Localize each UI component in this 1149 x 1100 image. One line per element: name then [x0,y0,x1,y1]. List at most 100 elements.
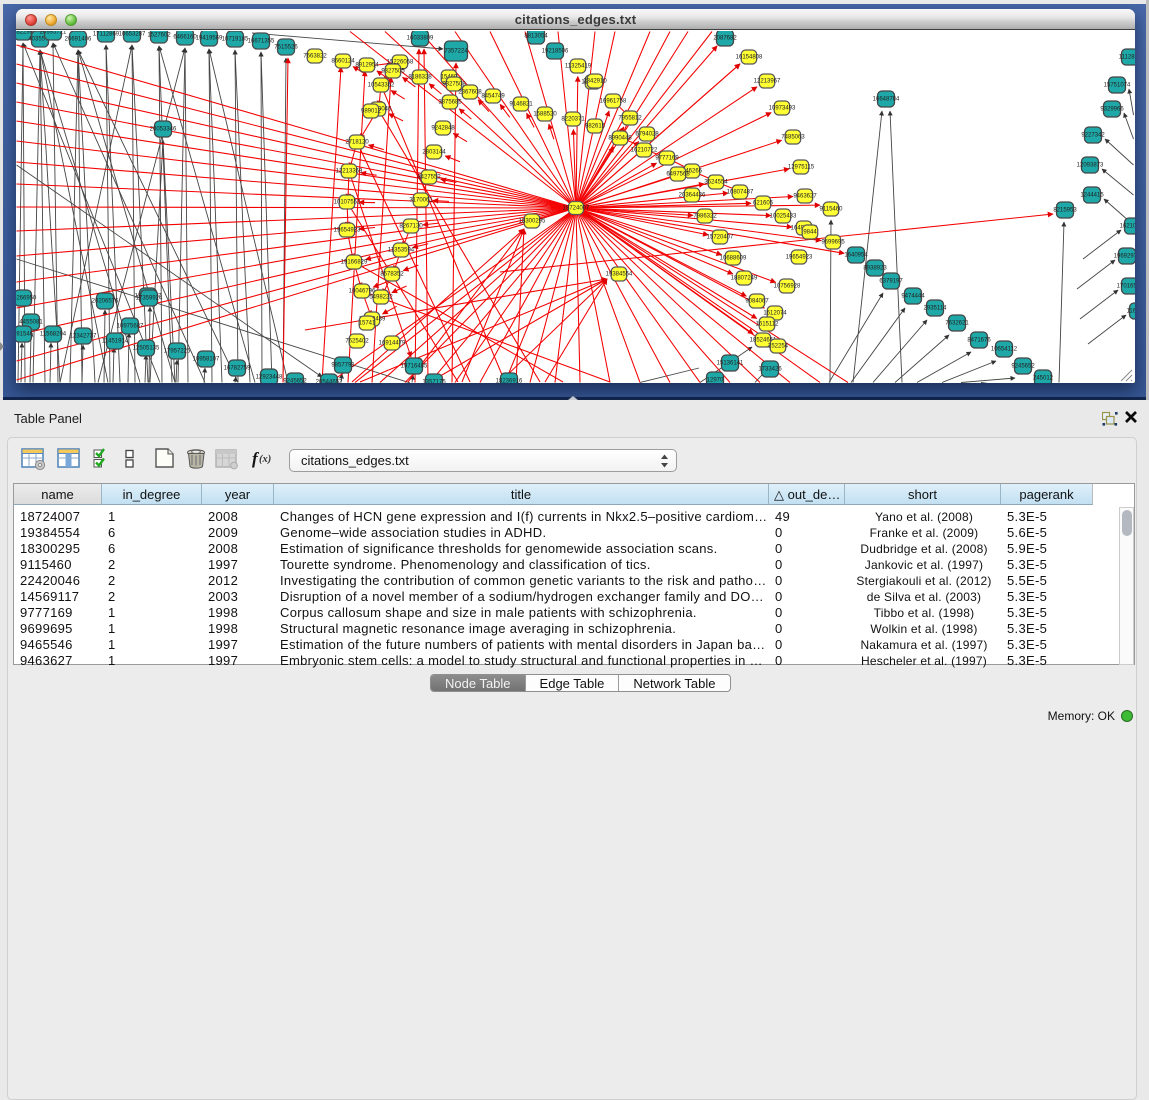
svg-text:1244415: 1244415 [1080,193,1104,199]
svg-text:2367608: 2367608 [458,90,482,96]
svg-text:16648784: 16648784 [873,97,900,103]
svg-text:10958107: 10958107 [193,357,220,363]
svg-text:9329966: 9329966 [1100,107,1124,113]
svg-text:12342737: 12342737 [70,334,97,340]
svg-text:6466160: 6466160 [173,35,197,41]
svg-text:10688609: 10688609 [720,256,747,262]
svg-text:10756928: 10756928 [774,284,801,290]
svg-text:7485063: 7485063 [781,135,805,141]
svg-text:12970: 12970 [707,378,724,384]
svg-text:9245652: 9245652 [1011,364,1035,370]
svg-text:20691406: 20691406 [65,37,92,43]
svg-text:18236916: 18236916 [496,379,523,384]
svg-text:12923448: 12923448 [256,375,283,381]
svg-text:19384554: 19384554 [606,272,633,278]
svg-text:7663822: 7663822 [303,54,327,60]
svg-text:245012: 245012 [1033,376,1054,382]
svg-text:19654923: 19654923 [786,255,813,261]
svg-text:15741: 15741 [359,321,376,327]
svg-text:15136141: 15136141 [717,361,744,367]
svg-text:8660124: 8660124 [331,59,355,65]
svg-text:12213369: 12213369 [336,169,363,175]
svg-text:20053346: 20053346 [150,127,177,133]
svg-text:15751074: 15751074 [1104,83,1131,89]
svg-text:16154808: 16154808 [736,55,763,61]
svg-text:16210643: 16210643 [1120,224,1135,230]
svg-text:1612074: 1612074 [763,311,787,317]
svg-text:16210722: 16210722 [631,148,658,154]
svg-text:12213967: 12213967 [754,79,781,85]
svg-text:19716485: 19716485 [401,364,428,370]
svg-text:8990448: 8990448 [608,136,632,142]
svg-text:18724007: 18724007 [563,206,590,212]
svg-text:11568294: 11568294 [40,332,67,338]
svg-text:10807487: 10807487 [727,190,754,196]
svg-text:17957225: 17957225 [164,349,191,355]
svg-text:2803144: 2803144 [422,150,446,156]
svg-text:25266950: 25266950 [16,296,37,302]
svg-text:3170061: 3170061 [409,198,433,204]
svg-text:9699695: 9699695 [821,240,845,246]
svg-text:11353594: 11353594 [388,248,415,254]
svg-text:1167533: 1167533 [1127,309,1135,315]
svg-text:20206576: 20206576 [92,299,119,305]
svg-text:982615: 982615 [585,124,606,130]
svg-text:8220371: 8220371 [561,117,585,123]
svg-text:6379197: 6379197 [879,279,903,285]
svg-text:8267130: 8267130 [399,224,423,230]
svg-text:989012: 989012 [361,109,382,115]
svg-text:10025433: 10025433 [770,214,797,220]
svg-text:9146821: 9146821 [509,102,533,108]
svg-text:6497568: 6497568 [666,172,690,178]
svg-text:17016504: 17016504 [1117,284,1135,290]
svg-text:2087682: 2087682 [713,36,737,42]
svg-text:10543362: 10543362 [368,83,395,89]
svg-text:2342910: 2342910 [583,79,607,85]
svg-text:9245652: 9245652 [283,379,307,384]
svg-text:10719185: 10719185 [222,37,249,43]
svg-text:2935114: 2935114 [924,306,948,312]
svg-text:19419569: 19419569 [196,36,223,42]
svg-text:(x): (x) [259,454,271,465]
svg-text:9777169: 9777169 [655,156,679,162]
svg-text:18807249: 18807249 [731,276,758,282]
svg-text:9115460: 9115460 [820,207,844,213]
svg-text:12505135: 12505135 [133,346,160,352]
svg-text:10107552: 10107552 [334,200,361,206]
svg-text:8912954: 8912954 [355,63,379,69]
svg-text:9857791: 9857791 [331,363,355,369]
svg-text:9227342: 9227342 [1081,133,1105,139]
svg-text:2718120: 2718120 [345,140,369,146]
svg-text:8578352: 8578352 [380,272,404,278]
svg-text:20995721: 20995721 [40,31,67,36]
svg-text:7625402: 7625402 [345,339,369,345]
svg-text:7955812: 7955812 [618,116,642,122]
svg-text:12093873: 12093873 [1077,163,1104,169]
svg-text:16782759: 16782759 [224,366,251,372]
svg-text:16961758: 16961758 [600,99,627,105]
svg-text:11325419: 11325419 [565,64,592,70]
svg-text:1615112: 1615112 [756,322,780,328]
svg-text:16914479: 16914479 [379,341,406,347]
svg-text:11451914: 11451914 [102,339,129,345]
svg-text:7632621: 7632621 [945,321,969,327]
svg-text:20544652: 20544652 [316,380,343,384]
svg-text:16033809: 16033809 [407,36,434,42]
svg-text:7986322: 7986322 [693,214,717,220]
svg-text:18300295: 18300295 [519,219,546,225]
svg-text:19654923: 19654923 [334,228,361,234]
svg-text:391546: 391546 [16,332,34,338]
svg-text:1640954: 1640954 [844,253,868,259]
svg-text:4455081: 4455081 [19,320,43,326]
svg-text:19692971: 19692971 [1114,254,1135,260]
svg-text:17359924: 17359924 [136,296,163,302]
svg-text:10973493: 10973493 [769,106,796,112]
svg-text:8454749: 8454749 [481,94,505,100]
svg-text:1112839: 1112839 [1119,55,1135,61]
svg-text:3624554: 3624554 [704,180,728,186]
svg-text:8427552: 8427552 [417,175,441,181]
svg-text:9327505: 9327505 [381,69,405,75]
svg-text:15720407: 15720407 [707,235,734,241]
svg-text:7515526: 7515526 [274,45,298,51]
svg-text:20364436: 20364436 [679,193,706,199]
